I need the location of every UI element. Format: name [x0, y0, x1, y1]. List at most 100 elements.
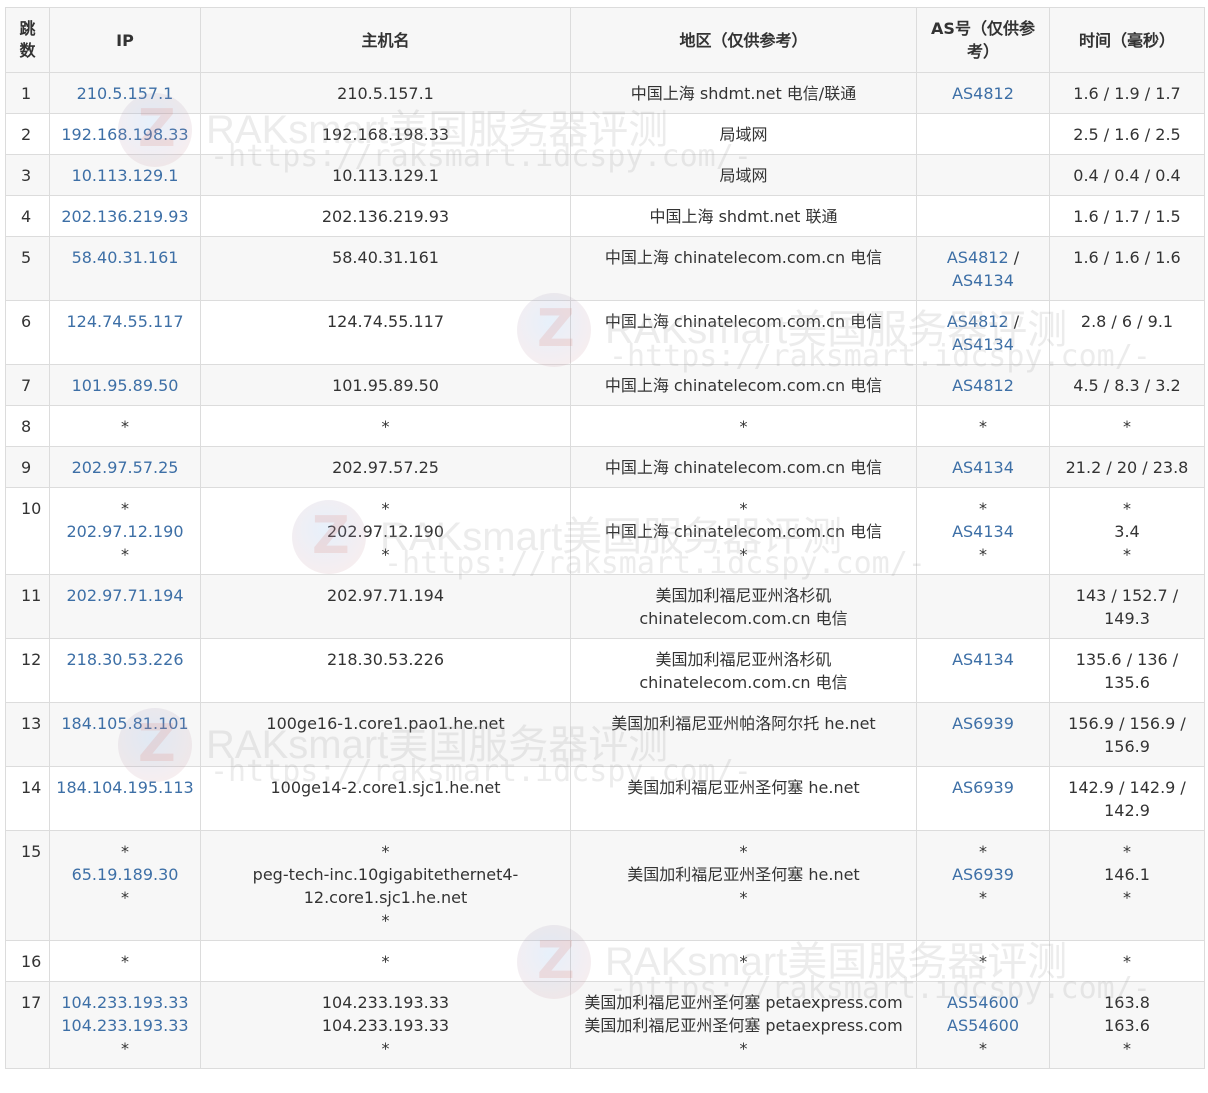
as-link[interactable]: AS4812 [921, 374, 1045, 397]
time-cell: * 146.1 * [1049, 830, 1205, 941]
hostname-cell: 104.233.193.33 104.233.193.33 * [200, 981, 571, 1069]
ip-link[interactable]: 104.233.193.33 [54, 1014, 196, 1037]
hostname-text: 12.core1.sjc1.he.net [303, 888, 468, 907]
as-cell [916, 195, 1050, 237]
region-cell: 中国上海 chinatelecom.com.cn 电信 [570, 300, 917, 365]
region-text: chinatelecom.com.cn 电信 [639, 609, 848, 628]
region-text: * [739, 1039, 748, 1058]
region-text: * [739, 417, 748, 436]
hostname-cell: * peg-tech-inc.10gigabitethernet4- 12.core… [200, 830, 571, 941]
hostname-text: * [381, 1039, 390, 1058]
as-text: * [979, 888, 987, 907]
as-link[interactable]: AS4134 [952, 271, 1014, 290]
time-text: * [1123, 1039, 1131, 1058]
as-cell: * AS6939 * [916, 830, 1050, 941]
ip-link[interactable]: 202.136.219.93 [54, 205, 196, 228]
time-text: 142.9 / 142.9 / [1068, 778, 1186, 797]
traceroute-table: 跳数 IP 主机名 地区（仅供参考） AS号（仅供参考） 时间（毫秒） 1 210… [5, 7, 1205, 1069]
hostname-text: 100ge16-1.core1.pao1.he.net [266, 714, 505, 733]
as-link[interactable]: AS6939 [921, 712, 1045, 735]
as-link[interactable]: AS54600 [921, 1014, 1045, 1037]
hop-column-header: 跳数 [5, 7, 50, 73]
hop-number: 9 [5, 446, 50, 488]
hostname-cell: * [200, 405, 571, 447]
hostname-text: 210.5.157.1 [337, 84, 434, 103]
region-text: 美国加利福尼亚州圣何塞 petaexpress.com [584, 1016, 903, 1035]
as-link[interactable]: AS6939 [921, 863, 1045, 886]
ip-link[interactable]: 202.97.57.25 [54, 456, 196, 479]
ip-link[interactable]: 124.74.55.117 [54, 310, 196, 333]
region-text: 中国上海 chinatelecom.com.cn 电信 [604, 248, 883, 267]
hop-number: 4 [5, 195, 50, 237]
table-row: 11 202.97.71.194 202.97.71.194 美国加利福尼亚州洛杉矶 c… [5, 574, 1205, 639]
as-text: * [979, 952, 987, 971]
ip-link[interactable]: 58.40.31.161 [54, 246, 196, 269]
table-body: 1 210.5.157.1 210.5.157.1 中国上海 shdmt.net 电信… [5, 72, 1205, 1069]
as-cell: AS4812 [916, 72, 1050, 114]
ip-link[interactable]: 192.168.198.33 [54, 123, 196, 146]
hop-number: 16 [5, 940, 50, 982]
ip-cell: 202.97.57.25 [49, 446, 201, 488]
as-cell: AS4812 / AS4134 [916, 236, 1050, 301]
table-row: 4 202.136.219.93 202.136.219.93 中国上海 shdmt.… [5, 195, 1205, 237]
region-text: 中国上海 chinatelecom.com.cn 电信 [604, 312, 883, 331]
hostname-text: 192.168.198.33 [321, 125, 450, 144]
time-text: 156.9 [1104, 737, 1150, 756]
region-text: * [739, 842, 748, 861]
table-row: 7 101.95.89.50 101.95.89.50 中国上海 chinatelec… [5, 364, 1205, 406]
as-link[interactable]: AS4134 [921, 648, 1045, 671]
hop-number: 8 [5, 405, 50, 447]
ip-link[interactable]: 210.5.157.1 [54, 82, 196, 105]
as-link[interactable]: AS4812 [947, 312, 1009, 331]
region-cell: * 美国加利福尼亚州圣何塞 he.net * [570, 830, 917, 941]
time-cell: 1.6 / 1.7 / 1.5 [1049, 195, 1205, 237]
ip-link[interactable]: 65.19.189.30 [54, 863, 196, 886]
ip-cell: 202.97.71.194 [49, 574, 201, 639]
table-row: 14 184.104.195.113 100ge14-2.core1.sjc1.he… [5, 766, 1205, 831]
hostname-text: 104.233.193.33 [321, 1016, 450, 1035]
hostname-text: * [381, 842, 390, 861]
ip-cell: 184.105.81.101 [49, 702, 201, 767]
as-link[interactable]: AS4134 [921, 520, 1045, 543]
ip-link[interactable]: 10.113.129.1 [54, 164, 196, 187]
as-link[interactable]: AS6939 [921, 776, 1045, 799]
region-cell: 美国加利福尼亚州洛杉矶 chinatelecom.com.cn 电信 [570, 638, 917, 703]
region-text: 美国加利福尼亚州洛杉矶 [655, 586, 832, 605]
as-link[interactable]: AS4812 [947, 248, 1009, 267]
time-text: 163.8 [1104, 993, 1150, 1012]
ip-link[interactable]: 184.105.81.101 [54, 712, 196, 735]
table-row: 12 218.30.53.226 218.30.53.226 美国加利福尼亚州洛杉矶 c… [5, 638, 1205, 703]
time-cell: 1.6 / 1.6 / 1.6 [1049, 236, 1205, 301]
ip-link[interactable]: 184.104.195.113 [54, 776, 196, 799]
time-text: 163.6 [1104, 1016, 1150, 1035]
region-text: 局域网 [719, 166, 768, 185]
ip-cell: 184.104.195.113 [49, 766, 201, 831]
ip-link[interactable]: 101.95.89.50 [54, 374, 196, 397]
hostname-cell: 100ge16-1.core1.pao1.he.net [200, 702, 571, 767]
hostname-text: 100ge14-2.core1.sjc1.he.net [270, 778, 501, 797]
hostname-text: * [381, 952, 390, 971]
hostname-cell: 192.168.198.33 [200, 113, 571, 155]
as-entry: AS4812 / [921, 310, 1045, 333]
region-cell: 美国加利福尼亚州帕洛阿尔托 he.net [570, 702, 917, 767]
ip-link[interactable]: 104.233.193.33 [54, 991, 196, 1014]
ip-link[interactable]: 202.97.71.194 [54, 584, 196, 607]
as-link[interactable]: AS4812 [921, 82, 1045, 105]
time-text: 1.6 / 1.7 / 1.5 [1073, 207, 1181, 226]
ip-cell: 58.40.31.161 [49, 236, 201, 301]
ip-link[interactable]: 218.30.53.226 [54, 648, 196, 671]
hop-number: 7 [5, 364, 50, 406]
as-link[interactable]: AS4134 [921, 456, 1045, 479]
as-link[interactable]: AS4134 [952, 335, 1014, 354]
table-row: 3 10.113.129.1 10.113.129.1 局域网 0.4 / 0.4 / … [5, 154, 1205, 196]
as-cell: * [916, 940, 1050, 982]
time-text: 143 / 152.7 / [1075, 586, 1179, 605]
as-link[interactable]: AS54600 [921, 991, 1045, 1014]
ip-link[interactable]: 202.97.12.190 [54, 520, 196, 543]
region-text: chinatelecom.com.cn 电信 [639, 673, 848, 692]
hostname-cell: 210.5.157.1 [200, 72, 571, 114]
time-cell: 143 / 152.7 / 149.3 [1049, 574, 1205, 639]
time-cell: 2.5 / 1.6 / 2.5 [1049, 113, 1205, 155]
hostname-text: 124.74.55.117 [326, 312, 445, 331]
hostname-cell: * [200, 940, 571, 982]
